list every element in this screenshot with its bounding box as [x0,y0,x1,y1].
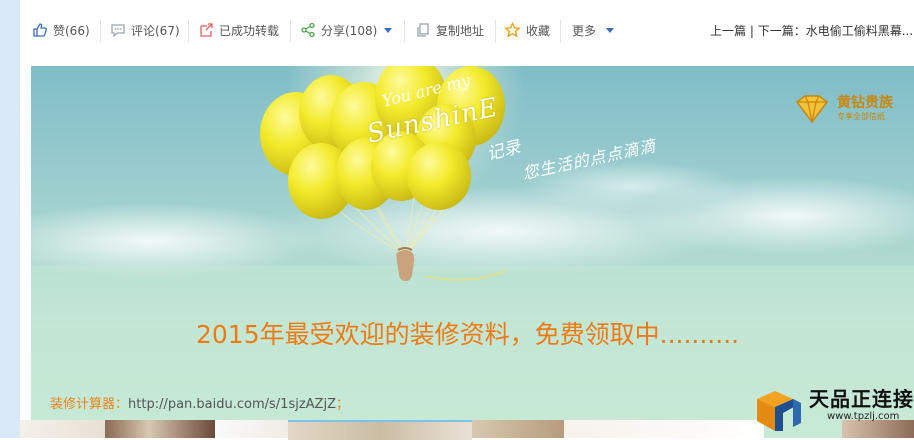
share-count-label: 分享(108) [321,23,378,38]
cube-logo-icon [757,391,801,431]
more-dropdown-caret-icon [606,27,615,33]
thumbnail[interactable] [564,420,764,438]
watermark-title: 天品正连接 [809,387,914,411]
thumbnail[interactable] [288,420,472,440]
vip-subtitle: 专享全部信纸 [837,112,885,121]
comment-bubble-icon [111,24,125,38]
calculator-link[interactable]: http://pan.baidu.com/s/1sjzAZjZ [128,397,336,412]
toolbar-divider [404,20,405,42]
copy-icon [417,23,429,37]
thumbnail[interactable] [215,420,288,438]
more-menu-button[interactable]: 更多 [572,19,615,41]
repost-button[interactable]: 已成功转载 [198,19,279,41]
calculator-line: 装修计算器：http://pan.baidu.com/s/1sjzAZjZ； [50,393,349,412]
repost-icon [200,23,213,37]
diamond-crown-icon [795,95,829,124]
like-button[interactable]: 赞(66) [32,19,90,41]
article-toolbar: 赞(66) 评论(67) 已成功转载 分享(108) 复制地址 收藏 更多 上一… [22,0,914,60]
next-article-link[interactable]: 下一篇：水电偷工偷料黑幕... [758,24,913,38]
thumbnail[interactable] [105,420,215,438]
copy-address-button[interactable]: 复制地址 [415,19,484,41]
toolbar-divider [560,20,561,42]
toolbar-divider [100,20,101,42]
comment-button[interactable]: 评论(67) [110,19,180,41]
nav-separator: | [746,24,758,38]
share-dropdown-caret-icon[interactable] [384,27,393,33]
vip-title: 黄钻贵族 [837,95,893,111]
calculator-label: 装修计算器： [50,397,129,412]
left-sidebar-strip [0,0,20,438]
thumbnail[interactable] [472,420,564,438]
like-count-label: 赞(66) [53,23,90,38]
site-watermark: 天品正连接 www.tpzlj.com [755,387,914,433]
share-button[interactable]: 分享(108) [300,19,393,41]
favorite-label: 收藏 [526,23,551,38]
watermark-url: www.tpzlj.com [827,411,900,422]
toolbar-divider [188,20,189,42]
vip-badge[interactable]: 黄钻贵族 专享全部信纸 [793,94,893,124]
calculator-semicolon: ； [335,397,349,412]
more-label: 更多 [572,23,597,38]
article-nav: 上一篇 | 下一篇：水电偷工偷料黑幕... [710,22,913,39]
prev-article-link[interactable]: 上一篇 [710,24,746,38]
thumbs-up-icon [33,23,47,37]
watermark-text: 天品正连接 www.tpzlj.com [809,387,914,423]
copy-address-label: 复制地址 [436,23,485,38]
vip-text-block: 黄钻贵族 专享全部信纸 [837,95,893,123]
toolbar-divider [290,20,291,42]
promo-headline: 2015年最受欢迎的装修资料，免费领取中.......... [196,320,740,349]
article-banner: You are my SunshinE 记录 您生活的点点滴滴 黄钻贵族 专享全… [31,66,914,438]
comment-count-label: 评论(67) [131,23,180,38]
toolbar-divider [495,20,496,42]
favorite-button[interactable]: 收藏 [504,19,550,41]
share-icon [301,22,315,38]
repost-label: 已成功转载 [219,23,280,38]
thumbnail[interactable] [20,420,105,438]
star-icon [504,22,521,38]
